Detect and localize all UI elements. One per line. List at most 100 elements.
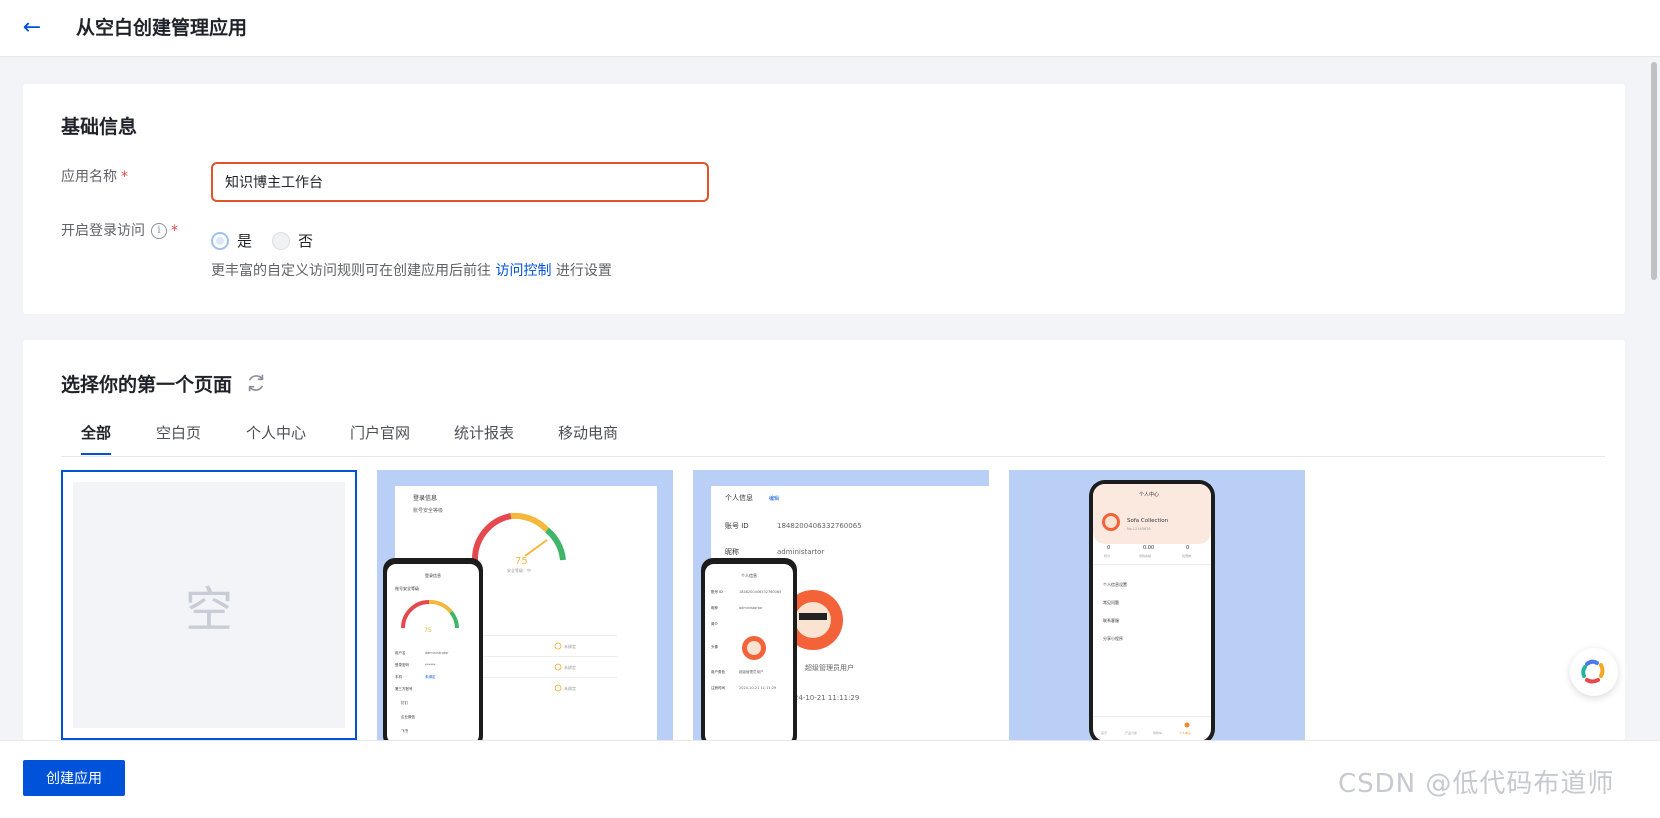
tpl3-phone-row-4: 头像 — [711, 644, 719, 649]
tpl4-menu-1: 个人信息设置 — [1103, 581, 1127, 587]
app-name-label: 应用名称 * — [61, 166, 128, 186]
template-personal-info[interactable]: 个人信息 编辑 账号 ID 1848200406332760065 昵称 adm… — [693, 470, 989, 740]
tpl3-edit-label: 编辑 — [769, 495, 779, 502]
tab-blank[interactable]: 空白页 — [156, 422, 201, 453]
tpl3-phone-row-5: 用户角色 — [711, 669, 725, 674]
template-mobile-center[interactable]: 个人中心 Sofa Collection No.12345678 0 0.00 … — [1009, 470, 1305, 740]
tpl3-phone-row-3: 简介 — [711, 621, 719, 626]
tpl3-phone-val-3: 超级管理员用户 — [739, 669, 764, 674]
tab-report[interactable]: 统计报表 — [454, 422, 514, 453]
access-hint: 更丰富的自定义访问规则可在创建应用后前往 访问控制 进行设置 — [211, 260, 612, 280]
tpl4-tab-1: 首页 — [1101, 730, 1107, 735]
tpl2-list-status-2: 未绑定 — [564, 664, 576, 670]
radio-no-label: 否 — [298, 232, 314, 250]
required-mark: * — [171, 223, 178, 239]
radio-yes[interactable]: 是 — [211, 230, 252, 251]
blank-template-text: 空 — [184, 582, 233, 638]
tpl4-stat-label-1: 积分 — [1104, 553, 1110, 558]
first-page-title: 选择你的第一个页面 — [61, 374, 233, 396]
tpl2-phone-row-1: 用户名 — [395, 650, 406, 655]
tpl2-gauge-label: 安全等级：中 — [507, 567, 531, 573]
tpl2-phone-title: 登录信息 — [425, 572, 441, 578]
tpl3-val-2: administartor — [777, 548, 824, 556]
login-info-preview: 登录信息 账号安全等级 75 安全等级：中 未绑定 未绑定 未绑定 登录信息 账… — [383, 486, 657, 740]
template-login-info[interactable]: 登录信息 账号安全等级 75 安全等级：中 未绑定 未绑定 未绑定 登录信息 账… — [377, 470, 673, 740]
tpl2-phone-gauge-value: 75 — [424, 627, 432, 634]
radio-no[interactable]: 否 — [272, 230, 313, 251]
tpl3-val-1: 1848200406332760065 — [777, 522, 862, 530]
hint-prefix: 更丰富的自定义访问规则可在创建应用后前往 — [211, 263, 491, 279]
page-title: 从空白创建管理应用 — [76, 17, 248, 39]
mobile-center-preview: 个人中心 Sofa Collection No.12345678 0 0.00 … — [1089, 480, 1215, 740]
tpl3-card-title: 个人信息 — [725, 493, 753, 502]
tpl2-card-title: 登录信息 — [413, 494, 437, 502]
basic-info-card: 基础信息 应用名称* 开启登录访问i* 是 否 更丰富的自定义访问规则可在创建应… — [23, 84, 1625, 314]
tpl3-row-1: 账号 ID — [725, 521, 749, 530]
tpl3-phone-row-2: 昵称 — [711, 605, 719, 610]
first-page-card: 选择你的第一个页面 全部 空白页 个人中心 门户官网 统计报表 移动电商 空 登… — [23, 340, 1625, 740]
tpl3-role: 超级管理员用户 — [805, 663, 854, 672]
radio-unchecked-icon — [272, 231, 291, 250]
login-access-radio-group: 是 否 — [211, 230, 313, 251]
tab-personal-center[interactable]: 个人中心 — [246, 422, 306, 453]
tpl2-phone-val-1: administrator — [425, 651, 449, 655]
tpl2-list-status-1: 未绑定 — [564, 643, 576, 649]
tpl4-stat-3: 0 — [1186, 545, 1189, 551]
tpl4-menu-3: 联系客服 — [1103, 617, 1119, 623]
back-arrow-icon[interactable]: ← — [18, 14, 46, 42]
tab-mobile-ecommerce[interactable]: 移动电商 — [558, 422, 618, 453]
basic-info-title: 基础信息 — [61, 116, 138, 138]
login-access-label: 开启登录访问 i * — [61, 220, 178, 240]
tpl3-phone-val-1: 1848200406332760065 — [739, 590, 781, 594]
tpl4-stat-2: 0.00 — [1143, 545, 1154, 551]
tab-all[interactable]: 全部 — [81, 422, 112, 455]
tpl4-stat-1: 0 — [1107, 545, 1110, 551]
hint-suffix: 进行设置 — [555, 263, 612, 279]
tab-portal[interactable]: 门户官网 — [350, 422, 410, 453]
tpl3-phone-val-2: administartor — [739, 606, 763, 610]
radio-checked-icon — [211, 231, 229, 250]
tpl2-card-sub: 账号安全等级 — [413, 507, 443, 514]
refresh-icon[interactable] — [245, 372, 267, 394]
tpl4-stat-label-3: 优惠券 — [1182, 553, 1191, 558]
tpl2-phone-val-3: 未绑定 — [425, 674, 436, 679]
tpl3-phone-row-6: 注册时间 — [711, 685, 725, 690]
blank-template-preview: 空 — [73, 482, 345, 728]
required-mark: * — [121, 169, 128, 185]
tpl4-user-id: No.12345678 — [1127, 527, 1151, 531]
tpl4-phone-title: 个人中心 — [1139, 491, 1159, 498]
info-icon[interactable]: i — [151, 223, 167, 239]
tpl2-phone-row-3: 手机 — [395, 674, 403, 679]
tpl4-tab-3: 购物车 — [1153, 730, 1162, 735]
tpl4-tab-4: 个人中心 — [1179, 730, 1191, 735]
radio-yes-label: 是 — [237, 232, 253, 250]
tpl3-phone-row-1: 账号 ID — [711, 589, 723, 594]
tpl2-phone-list-2: 企业微信 — [401, 714, 415, 719]
personal-info-preview: 个人信息 编辑 账号 ID 1848200406332760065 昵称 adm… — [701, 486, 989, 740]
template-tabs: 全部 空白页 个人中心 门户官网 统计报表 移动电商 — [61, 418, 1605, 457]
tpl3-row-2: 昵称 — [725, 547, 739, 556]
tpl2-phone-row-2: 登录密码 — [395, 662, 409, 667]
access-control-link[interactable]: 访问控制 — [495, 263, 551, 279]
tpl3-phone-val-4: 2024-10-21 11:11:29 — [739, 686, 776, 690]
tpl4-menu-4: 分享小程序 — [1103, 635, 1123, 641]
scrollbar-thumb[interactable] — [1651, 62, 1657, 280]
tpl2-phone-val-2: ****** — [425, 663, 436, 667]
tpl2-phone-row-4: 第三方账号 — [395, 686, 413, 691]
assistant-float-button[interactable] — [1570, 648, 1618, 696]
tpl4-tab-2: 产品分类 — [1125, 730, 1137, 735]
tpl2-phone-list-3: 飞书 — [401, 728, 409, 733]
create-app-button[interactable]: 创建应用 — [23, 760, 125, 796]
app-name-input[interactable] — [211, 162, 709, 202]
tpl4-menu-2: 常见问题 — [1103, 599, 1119, 605]
watermark: CSDN @低代码布道师 — [1338, 769, 1615, 799]
tpl3-phone-title: 个人信息 — [741, 572, 757, 578]
top-bar: ← 从空白创建管理应用 — [0, 0, 1660, 57]
assistant-logo-icon — [1581, 659, 1605, 684]
tpl2-list-status-3: 未绑定 — [564, 685, 576, 691]
bottom-bar: 创建应用 CSDN @低代码布道师 — [0, 740, 1660, 818]
app-name-label-text: 应用名称 — [61, 169, 117, 185]
tpl4-stat-label-2: 零钱余额 — [1139, 553, 1151, 558]
tpl2-phone-list-1: 钉钉 — [401, 700, 409, 705]
template-blank[interactable]: 空 — [61, 470, 357, 740]
